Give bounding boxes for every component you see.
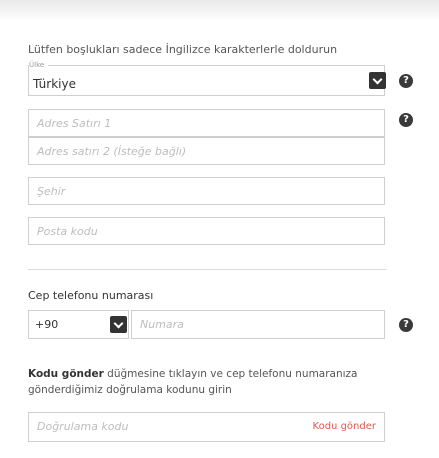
city-placeholder: Şehir bbox=[37, 185, 66, 198]
city-input[interactable]: Şehir bbox=[28, 177, 385, 205]
phone-section-title: Cep telefonu numarası bbox=[28, 289, 154, 302]
send-code-button[interactable]: Kodu gönder bbox=[313, 421, 376, 432]
phone-code-value: +90 bbox=[35, 318, 59, 331]
help-icon[interactable]: ? bbox=[399, 113, 413, 127]
country-select-border bbox=[48, 65, 385, 66]
verification-code-placeholder: Doğrulama kodu bbox=[37, 420, 129, 433]
instruction-note: Lütfen boşlukları sadece İngilizce karak… bbox=[28, 43, 338, 56]
address-line-1-input[interactable]: Adres Satırı 1 bbox=[28, 109, 385, 137]
help-icon[interactable]: ? bbox=[399, 318, 413, 332]
country-value: Türkiye bbox=[33, 77, 76, 91]
address-line-1-placeholder: Adres Satırı 1 bbox=[37, 117, 112, 130]
chevron-down-icon[interactable] bbox=[110, 316, 127, 333]
country-label: Ülke bbox=[29, 61, 45, 69]
header-shadow bbox=[0, 0, 439, 22]
postal-code-input[interactable]: Posta kodu bbox=[28, 217, 385, 245]
country-select[interactable] bbox=[28, 65, 385, 96]
phone-number-input[interactable]: Numara bbox=[131, 310, 385, 339]
chevron-down-icon[interactable] bbox=[369, 72, 386, 89]
instruction-bold: Kodu gönder bbox=[28, 368, 104, 380]
address-line-2-input[interactable]: Adres satırı 2 (İsteğe bağlı) bbox=[28, 137, 385, 165]
help-icon[interactable]: ? bbox=[399, 74, 413, 88]
verification-code-input[interactable]: Doğrulama kodu Kodu gönder bbox=[28, 412, 385, 442]
address-line-2-placeholder: Adres satırı 2 (İsteğe bağlı) bbox=[37, 145, 187, 158]
postal-code-placeholder: Posta kodu bbox=[37, 225, 98, 238]
phone-number-placeholder: Numara bbox=[140, 318, 184, 331]
divider bbox=[28, 269, 387, 270]
verification-instructions: Kodu gönder düğmesine tıklayın ve cep te… bbox=[28, 366, 368, 398]
